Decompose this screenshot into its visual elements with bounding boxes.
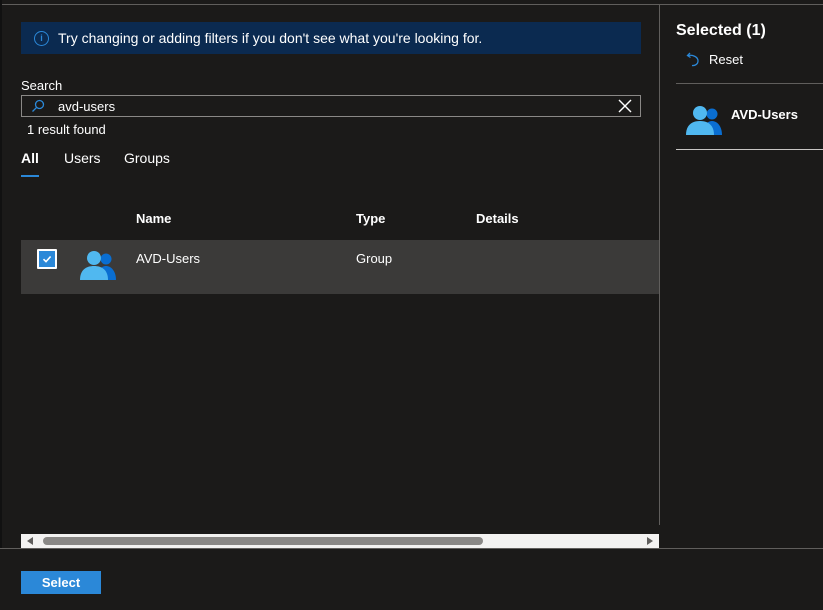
people-picker-panel: i Try changing or adding filters if you … bbox=[0, 0, 823, 610]
group-icon bbox=[80, 251, 116, 280]
column-header-name: Name bbox=[136, 211, 172, 226]
selected-divider-bottom bbox=[676, 149, 823, 150]
reset-button[interactable]: Reset bbox=[686, 51, 743, 67]
selected-item-name: AVD-Users bbox=[731, 107, 798, 122]
left-edge bbox=[0, 0, 2, 548]
top-border bbox=[0, 4, 823, 5]
select-button[interactable]: Select bbox=[21, 571, 101, 594]
column-header-details: Details bbox=[476, 211, 519, 226]
panel-divider bbox=[659, 5, 660, 525]
row-name: AVD-Users bbox=[136, 251, 201, 266]
horizontal-scrollbar[interactable] bbox=[21, 534, 659, 548]
group-icon bbox=[686, 106, 722, 135]
scrollbar-thumb[interactable] bbox=[43, 537, 483, 545]
footer-divider bbox=[0, 548, 823, 549]
clear-search-icon[interactable] bbox=[618, 99, 632, 113]
undo-icon bbox=[686, 52, 699, 67]
scroll-right-arrow-icon[interactable] bbox=[647, 537, 653, 545]
scroll-left-arrow-icon[interactable] bbox=[27, 537, 33, 545]
table-row[interactable]: AVD-Users Group bbox=[21, 240, 659, 294]
row-type: Group bbox=[356, 251, 393, 266]
search-label: Search bbox=[21, 78, 63, 93]
reset-label: Reset bbox=[709, 51, 743, 67]
info-banner-text: Try changing or adding filters if you do… bbox=[58, 30, 483, 46]
checkmark-icon bbox=[42, 255, 52, 263]
tab-users[interactable]: Users bbox=[64, 150, 101, 166]
search-box[interactable] bbox=[21, 95, 641, 117]
tab-active-indicator bbox=[21, 175, 39, 177]
selected-title: Selected (1) bbox=[676, 22, 766, 39]
column-header-type: Type bbox=[356, 211, 386, 226]
tab-groups[interactable]: Groups bbox=[124, 150, 170, 166]
tab-all[interactable]: All bbox=[21, 150, 39, 166]
result-count: 1 result found bbox=[27, 122, 106, 137]
search-icon bbox=[32, 99, 45, 112]
info-banner: i Try changing or adding filters if you … bbox=[21, 22, 641, 54]
search-input[interactable] bbox=[58, 99, 618, 114]
row-checkbox[interactable] bbox=[37, 249, 57, 269]
selected-divider-top bbox=[676, 83, 823, 84]
info-icon: i bbox=[34, 30, 49, 46]
